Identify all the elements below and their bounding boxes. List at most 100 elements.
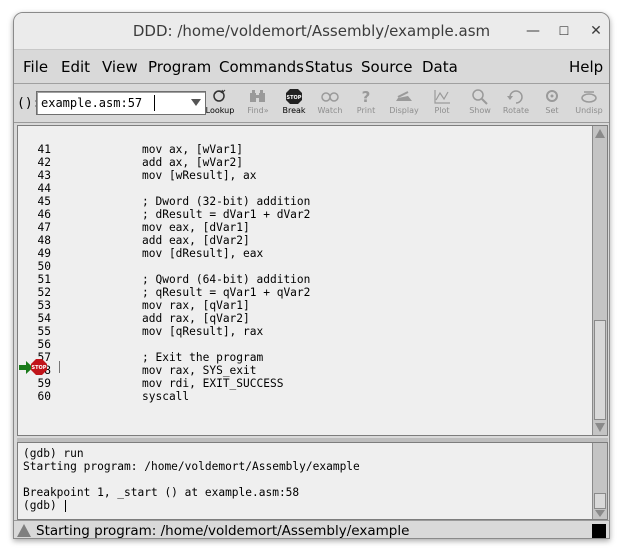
title-bar[interactable]: DDD: /home/voldemort/Assembly/example.as… — [14, 13, 609, 50]
source-line[interactable]: 45 ; Dword (32-bit) addition — [18, 195, 578, 208]
toolbar: (): example.asm:57 Lookup Find» STOP Bre… — [14, 85, 609, 123]
line-number: 51 — [37, 273, 51, 286]
menu-data[interactable]: Data — [422, 58, 458, 76]
line-number: 50 — [37, 260, 51, 273]
source-line[interactable]: 50 — [18, 260, 578, 273]
show-button[interactable]: Show — [462, 87, 498, 121]
menu-edit[interactable]: Edit — [61, 58, 90, 76]
print-button[interactable]: ? Print — [348, 87, 384, 121]
source-window[interactable]: 41 mov ax, [wVar1] 42 add ax, [wVar2] 43 mov … — [17, 125, 608, 436]
set-button[interactable]: Set — [534, 87, 570, 121]
source-line[interactable]: 57; Exit the program — [18, 351, 578, 364]
source-code: add ax, [wVar2] — [142, 156, 244, 169]
console-scrollbar[interactable] — [592, 443, 607, 519]
source-line[interactable]: 41 mov ax, [wVar1] — [18, 143, 578, 156]
text-caret — [154, 95, 155, 111]
source-scrollbar[interactable] — [592, 126, 607, 435]
line-number: 49 — [37, 247, 51, 260]
source-line[interactable]: 54 add rax, [qVar2] — [18, 312, 578, 325]
argument-field[interactable]: example.asm:57 — [36, 91, 206, 115]
menu-program[interactable]: Program — [148, 58, 211, 76]
status-bar: Starting program: /home/voldemort/Assemb… — [14, 520, 609, 539]
plot-button[interactable]: Plot — [424, 87, 460, 121]
source-code: ; dResult = dVar1 + dVar2 — [142, 208, 311, 221]
source-line[interactable]: 60 syscall — [18, 390, 578, 403]
source-code: ; qResult = qVar1 + qVar2 — [142, 286, 311, 299]
status-text: Starting program: /home/voldemort/Assemb… — [36, 523, 410, 539]
source-line[interactable]: 47 mov eax, [dVar1] — [18, 221, 578, 234]
line-number: 59 — [37, 377, 51, 390]
line-number: 41 — [37, 143, 51, 156]
line-number: 53 — [37, 299, 51, 312]
undisp-button[interactable]: Undisp — [571, 87, 607, 121]
console-prompt[interactable]: (gdb) — [23, 499, 63, 512]
line-number: 55 — [37, 325, 51, 338]
source-line[interactable]: 44 — [18, 182, 578, 195]
argument-value[interactable]: example.asm:57 — [41, 96, 142, 110]
line-number: 44 — [37, 182, 51, 195]
minimize-icon[interactable]: — — [523, 21, 543, 41]
line-number: 47 — [37, 221, 51, 234]
watch-button[interactable]: Watch — [312, 87, 348, 121]
menu-commands[interactable]: Commands — [219, 58, 304, 76]
source-line[interactable]: 56 — [18, 338, 578, 351]
watch-icon — [321, 92, 339, 102]
close-icon[interactable]: ✕ — [586, 21, 606, 41]
gdb-console[interactable]: (gdb) run Starting program: /home/voldem… — [17, 442, 608, 520]
rotate-button[interactable]: Rotate — [498, 87, 534, 121]
stop-sign-icon: STOP — [286, 89, 302, 104]
set-icon — [546, 90, 558, 102]
source-line[interactable]: 42 add ax, [wVar2] — [18, 156, 578, 169]
source-line[interactable]: 49 mov [dResult], eax — [18, 247, 578, 260]
source-code: mov [dResult], eax — [142, 247, 264, 260]
source-code: add rax, [qVar2] — [142, 312, 250, 325]
display-button[interactable]: Display — [386, 87, 422, 121]
source-code: ; Qword (64-bit) addition — [142, 273, 311, 286]
find-button[interactable]: Find» — [240, 87, 276, 121]
break-button[interactable]: STOP Break — [276, 87, 312, 121]
undisp-icon — [581, 91, 597, 103]
source-line[interactable]: 51 ; Qword (64-bit) addition — [18, 273, 578, 286]
source-line[interactable]: 55 mov [qResult], rax — [18, 325, 578, 338]
text-caret — [65, 500, 66, 512]
menu-view[interactable]: View — [102, 58, 138, 76]
source-line[interactable]: 46 ; dResult = dVar1 + dVar2 — [18, 208, 578, 221]
source-line[interactable]: 53 mov rax, [qVar1] — [18, 299, 578, 312]
source-line[interactable]: 59 mov rdi, EXIT_SUCCESS — [18, 377, 578, 390]
show-icon — [472, 89, 488, 105]
scroll-thumb[interactable] — [594, 320, 606, 420]
maximize-icon[interactable]: ☐ — [554, 21, 574, 41]
scroll-down-arrow[interactable] — [595, 423, 605, 432]
source-code: ; Dword (32-bit) addition — [142, 195, 311, 208]
svg-text:?: ? — [362, 88, 371, 105]
source-line[interactable]: 48 add eax, [dVar2] — [18, 234, 578, 247]
line-number: 48 — [37, 234, 51, 247]
menu-help[interactable]: Help — [569, 58, 603, 76]
scroll-up-arrow[interactable] — [595, 129, 605, 138]
source-code: mov rdi, EXIT_SUCCESS — [142, 377, 284, 390]
line-number: 56 — [37, 338, 51, 351]
line-number: 42 — [37, 156, 51, 169]
text-caret — [59, 361, 60, 373]
menu-file[interactable]: File — [23, 58, 48, 76]
source-line[interactable]: 52 ; qResult = qVar1 + qVar2 — [18, 286, 578, 299]
source-code: ; Exit the program — [142, 351, 264, 364]
plot-icon — [434, 90, 450, 104]
stop-sign-icon[interactable]: STOP — [31, 359, 47, 375]
ddd-window: DDD: /home/voldemort/Assembly/example.as… — [13, 12, 610, 539]
source-code: add eax, [dVar2] — [142, 234, 250, 247]
menu-bar: File Edit View Program Commands Status S… — [14, 50, 609, 84]
menu-status[interactable]: Status — [305, 58, 353, 76]
source-line[interactable]: 43 mov [wResult], ax — [18, 169, 578, 182]
warning-triangle-icon[interactable] — [17, 524, 31, 537]
scroll-thumb[interactable] — [594, 493, 606, 509]
console-line: Starting program: /home/voldemort/Assemb… — [23, 460, 360, 473]
line-number: 54 — [37, 312, 51, 325]
source-line[interactable]: 58mov rax, SYS_exit — [18, 364, 578, 377]
menu-source[interactable]: Source — [361, 58, 413, 76]
scroll-down-arrow[interactable] — [595, 510, 605, 517]
chevron-down-icon[interactable] — [191, 99, 201, 106]
display-icon — [396, 91, 412, 101]
lookup-button[interactable]: Lookup — [202, 87, 238, 121]
line-number: 52 — [37, 286, 51, 299]
